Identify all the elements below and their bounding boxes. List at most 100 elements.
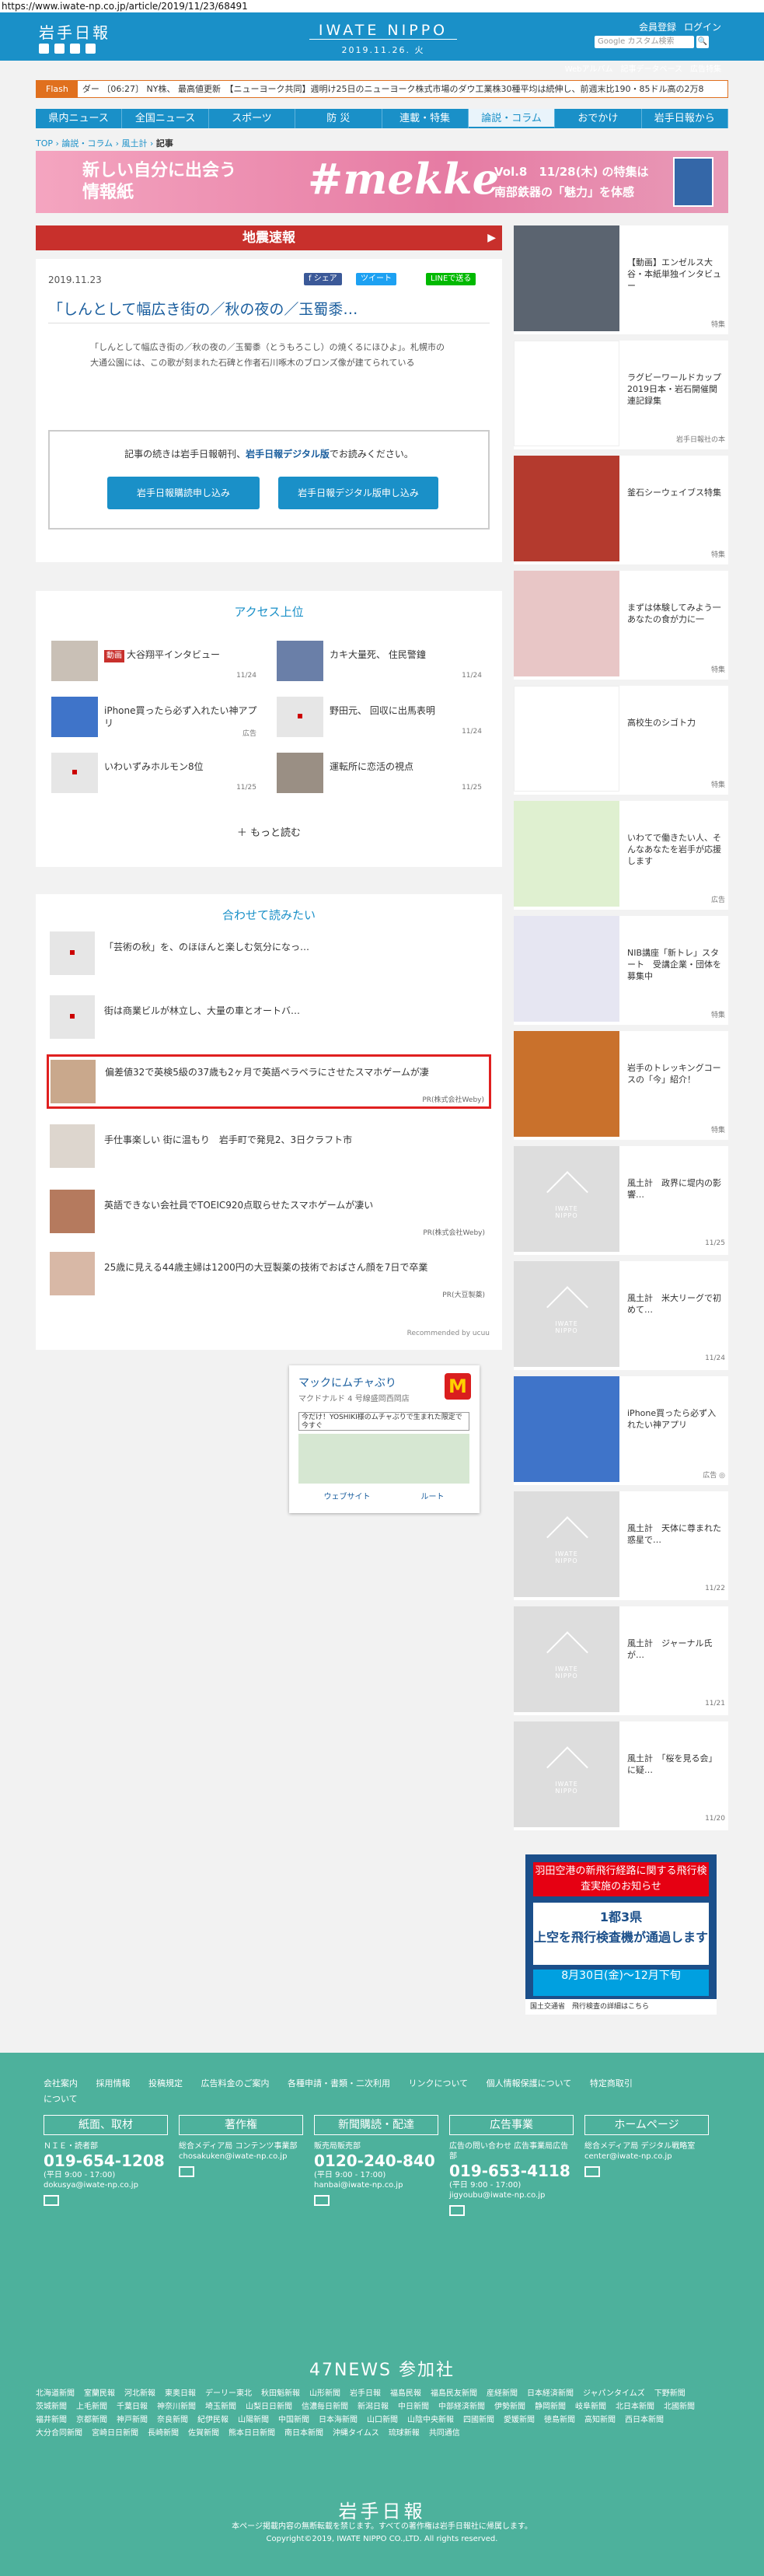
newspaper-link[interactable]: 千葉日報: [117, 2400, 148, 2413]
instagram-icon[interactable]: [70, 44, 80, 54]
route-button[interactable]: ルート: [421, 1490, 445, 1501]
sidebar-item[interactable]: 風土計 政界に堤内の影響…11/25: [514, 1146, 728, 1255]
nav-item[interactable]: 論説・コラム: [468, 109, 556, 128]
related-item[interactable]: 街は商業ビルが林立し、大量の車とオートバ…: [48, 995, 490, 1042]
newspaper-link[interactable]: 共同通信: [429, 2427, 460, 2440]
mail-icon[interactable]: [179, 2166, 194, 2177]
footer-link[interactable]: 会社案内: [44, 2078, 78, 2088]
ranking-item[interactable]: カキ大量死、 住民警鐘 11/24: [277, 641, 487, 687]
newspaper-link[interactable]: 長崎新聞: [148, 2427, 179, 2440]
newspaper-link[interactable]: 中日新聞: [398, 2400, 429, 2413]
address-bar[interactable]: https://www.iwate-np.co.jp/article/2019/…: [0, 0, 764, 12]
newspaper-link[interactable]: 山形新聞: [309, 2387, 340, 2400]
sidebar-item[interactable]: 釜石シーウェイブス特集 特集: [514, 456, 728, 564]
newspaper-link[interactable]: 南日本新聞: [284, 2427, 323, 2440]
newspaper-link[interactable]: 福島民友新聞: [431, 2387, 477, 2400]
newspaper-link[interactable]: 神戸新聞: [117, 2413, 148, 2427]
line-icon[interactable]: [85, 44, 96, 54]
newspaper-link[interactable]: 信濃毎日新聞: [302, 2400, 348, 2413]
facebook-share-button[interactable]: f シェア: [304, 273, 342, 285]
nav-item[interactable]: 防 災: [295, 109, 382, 128]
newspaper-link[interactable]: 新潟日報: [358, 2400, 389, 2413]
newspaper-link[interactable]: 愛媛新聞: [504, 2413, 535, 2427]
sidebar-item[interactable]: 風土計 ジャーナル氏が…11/21: [514, 1606, 728, 1715]
newspaper-link[interactable]: 河北新報: [124, 2387, 155, 2400]
newspaper-link[interactable]: 茨城新聞: [36, 2400, 67, 2413]
sidebar-item[interactable]: 風土計 天体に尊まれた惑星で…11/22: [514, 1491, 728, 1600]
phone-number[interactable]: 019-654-1208: [44, 2151, 168, 2170]
nav-item[interactable]: 連載・特集: [382, 109, 469, 128]
register-link[interactable]: 会員登録: [639, 20, 676, 33]
digital-subscribe-button[interactable]: 岩手日報デジタル版申し込み: [278, 477, 438, 509]
sidebar-item[interactable]: 高校生のシゴト力 特集: [514, 686, 728, 795]
line-share-button[interactable]: LINEで送る: [426, 273, 476, 285]
newspaper-link[interactable]: 岩手日報: [350, 2387, 381, 2400]
more-button[interactable]: ＋ もっと読む: [36, 824, 502, 839]
newspaper-link[interactable]: 中国新聞: [278, 2413, 309, 2427]
newspaper-link[interactable]: 山梨日日新聞: [246, 2400, 292, 2413]
flight-inspection-ad[interactable]: 羽田空港の新飛行経路に関する飛行検査実施のお知らせ 1都3県 上空を飛行検査機が…: [525, 1854, 717, 2015]
newspaper-link[interactable]: 秋田魁新報: [261, 2387, 300, 2400]
newspaper-link[interactable]: 熊本日日新聞: [229, 2427, 275, 2440]
digital-edition-link[interactable]: 岩手日報デジタル版: [246, 449, 330, 460]
newspaper-link[interactable]: 岐阜新聞: [575, 2400, 606, 2413]
sidebar-item[interactable]: ラグビーワールドカップ2019日本・岩石開催関連記録集 岩手日報社の本: [514, 341, 728, 449]
ranking-item[interactable]: 運転所に恋活の視点 11/25: [277, 753, 487, 799]
newspaper-link[interactable]: 上毛新聞: [76, 2400, 107, 2413]
login-link[interactable]: ログイン: [684, 20, 721, 33]
footer-link[interactable]: 個人情報保護について: [487, 2078, 572, 2088]
phone-number[interactable]: 0120-240-840: [314, 2151, 438, 2170]
newspaper-link[interactable]: 四國新聞: [463, 2413, 494, 2427]
related-item[interactable]: 英語できない会社員でTOEIC920点取らせたスマホゲームが凄い PR(株式会社…: [48, 1190, 490, 1237]
newspaper-link[interactable]: ジャパンタイムズ: [583, 2387, 645, 2400]
newspaper-link[interactable]: 下野新聞: [654, 2387, 686, 2400]
newspaper-link[interactable]: 室蘭民報: [84, 2387, 115, 2400]
sidebar-item[interactable]: 風土計 米大リーグで初めて…11/24: [514, 1261, 728, 1370]
related-item[interactable]: 25歳に見える44歳主婦は1200円の大豆製薬の技術でおばさん顔を7日で卒業 P…: [48, 1252, 490, 1299]
sidebar-item[interactable]: 風土計 「桜を見る会」に疑…11/20: [514, 1721, 728, 1830]
footer-link[interactable]: リンクについて: [409, 2078, 469, 2088]
mail-icon[interactable]: [449, 2205, 465, 2216]
newspaper-link[interactable]: デーリー東北: [205, 2387, 252, 2400]
newspaper-link[interactable]: 宮崎日日新聞: [92, 2427, 138, 2440]
recommend-credit[interactable]: Recommended by ucuu: [407, 1330, 490, 1337]
sidebar-item[interactable]: 岩手のトレッキングコースの「今」紹介！ 特集: [514, 1031, 728, 1140]
newspaper-link[interactable]: 山陰中央新報: [407, 2413, 454, 2427]
newspaper-link[interactable]: 佐賀新聞: [188, 2427, 219, 2440]
newspaper-link[interactable]: 京都新聞: [76, 2413, 107, 2427]
phone-number[interactable]: 019-653-4118: [449, 2162, 574, 2180]
subnav-web-album[interactable]: Webアルバム: [565, 62, 613, 74]
facebook-icon[interactable]: [54, 44, 65, 54]
nav-item[interactable]: 岩手日報から: [641, 109, 728, 128]
newspaper-link[interactable]: 日本経済新聞: [527, 2387, 574, 2400]
footer-link[interactable]: 投稿規定: [148, 2078, 183, 2088]
mekke-banner[interactable]: 新しい自分に出会う 情報紙 #mekke Vol.8 11/28(木) の特集は南…: [36, 151, 728, 213]
newspaper-link[interactable]: 山口新聞: [367, 2413, 398, 2427]
email-link[interactable]: hanbai@iwate-np.co.jp: [314, 2180, 438, 2190]
footer-link[interactable]: 採用情報: [96, 2078, 131, 2088]
center-logo[interactable]: IWATE NIPPO: [309, 22, 457, 40]
newspaper-link[interactable]: 北國新聞: [664, 2400, 695, 2413]
breadcrumb-item[interactable]: TOP: [36, 138, 53, 149]
sidebar-item[interactable]: 【動画】エンゼルス大谷・本紙単独インタビュー 特集: [514, 225, 728, 334]
newspaper-link[interactable]: 中部経済新聞: [438, 2400, 485, 2413]
newspaper-link[interactable]: 東奥日報: [165, 2387, 196, 2400]
footer-link[interactable]: 広告料金のご案内: [201, 2078, 270, 2088]
ranking-item[interactable]: iPhone買ったら必ず入れたい神アプリ 広告: [51, 697, 261, 743]
sidebar-item[interactable]: まずは体験してみよう一あなたの食が力に一 特集: [514, 571, 728, 680]
twitter-icon[interactable]: [39, 44, 49, 54]
newspaper-link[interactable]: 徳島新聞: [544, 2413, 575, 2427]
nav-item[interactable]: 県内ニュース: [36, 109, 123, 128]
footer-logo[interactable]: 岩手日報: [0, 2496, 764, 2523]
newspaper-link[interactable]: 山陽新聞: [238, 2413, 269, 2427]
newspaper-link[interactable]: 琉球新報: [389, 2427, 420, 2440]
newspaper-link[interactable]: 紀伊民報: [197, 2413, 229, 2427]
ranking-item[interactable]: 動画 大谷翔平インタビュー 11/24: [51, 641, 261, 687]
newspaper-link[interactable]: 福島民報: [390, 2387, 421, 2400]
mail-icon[interactable]: [584, 2166, 600, 2177]
newspaper-link[interactable]: 北海道新聞: [36, 2387, 75, 2400]
email-link[interactable]: jigyoubu@iwate-np.co.jp: [449, 2190, 574, 2200]
newspaper-link[interactable]: 伊勢新聞: [494, 2400, 525, 2413]
newspaper-link[interactable]: 神奈川新聞: [157, 2400, 196, 2413]
related-item-highlighted[interactable]: 偏差値32で英検5級の37歳も2ヶ月で英語ペラペラにさせたスマホゲームが凄 PR…: [47, 1054, 491, 1109]
